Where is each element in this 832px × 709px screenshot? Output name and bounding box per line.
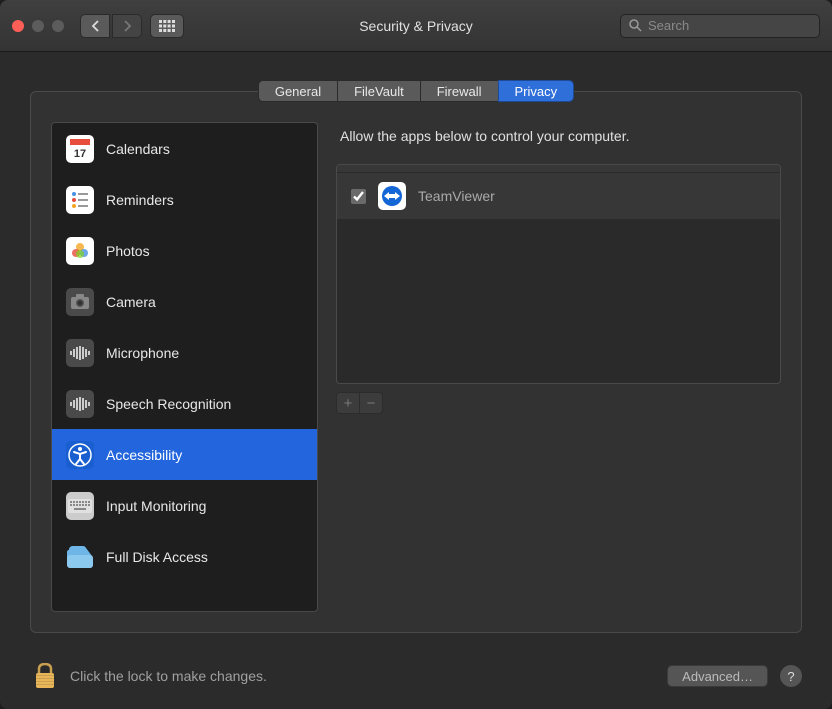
tab-privacy[interactable]: Privacy — [498, 80, 575, 102]
keyboard-icon — [66, 492, 94, 520]
content: General FileVault Firewall Privacy 17 Ca… — [0, 52, 832, 653]
search-field[interactable] — [620, 14, 820, 38]
help-button[interactable]: ? — [780, 665, 802, 687]
prefs-window: Security & Privacy General FileVault Fir… — [0, 0, 832, 709]
sidebar-item-label: Calendars — [106, 141, 170, 157]
sidebar-item-label: Accessibility — [106, 447, 182, 463]
photos-icon — [66, 237, 94, 265]
search-input[interactable] — [648, 18, 811, 33]
back-button[interactable] — [80, 14, 110, 38]
sidebar-item-calendars[interactable]: 17 Calendars — [52, 123, 317, 174]
traffic-lights — [12, 20, 64, 32]
footer: Click the lock to make changes. Advanced… — [0, 653, 832, 709]
app-name: TeamViewer — [418, 188, 495, 204]
speech-icon — [66, 390, 94, 418]
svg-text:17: 17 — [74, 148, 86, 160]
sidebar-item-microphone[interactable]: Microphone — [52, 327, 317, 378]
search-icon — [629, 19, 642, 32]
list-scroll-indicator — [337, 165, 780, 173]
calendar-icon: 17 — [66, 135, 94, 163]
titlebar: Security & Privacy — [0, 0, 832, 52]
sidebar-item-photos[interactable]: Photos — [52, 225, 317, 276]
app-list[interactable]: TeamViewer — [336, 164, 781, 384]
pane-description: Allow the apps below to control your com… — [340, 128, 781, 144]
remove-app-button[interactable]: − — [359, 392, 383, 414]
accessibility-icon — [66, 441, 94, 469]
add-remove-buttons: + − — [336, 392, 781, 414]
camera-icon — [66, 288, 94, 316]
lock-hint-text: Click the lock to make changes. — [70, 668, 267, 684]
lock-button[interactable] — [30, 661, 60, 691]
tab-general[interactable]: General — [258, 80, 338, 102]
sidebar-item-label: Camera — [106, 294, 156, 310]
app-row[interactable]: TeamViewer — [337, 173, 780, 219]
sidebar-item-label: Input Monitoring — [106, 498, 206, 514]
disk-icon — [66, 543, 94, 571]
grid-icon — [159, 20, 175, 32]
sidebar-item-full-disk[interactable]: Full Disk Access — [52, 531, 317, 582]
teamviewer-icon — [378, 182, 406, 210]
zoom-window-button[interactable] — [52, 20, 64, 32]
forward-button[interactable] — [112, 14, 142, 38]
close-window-button[interactable] — [12, 20, 24, 32]
reminders-icon — [66, 186, 94, 214]
sidebar-item-label: Speech Recognition — [106, 396, 231, 412]
tabs-container: General FileVault Firewall Privacy — [30, 52, 802, 102]
sidebar-item-input-monitoring[interactable]: Input Monitoring — [52, 480, 317, 531]
tab-filevault[interactable]: FileVault — [337, 80, 421, 102]
sidebar-item-label: Photos — [106, 243, 150, 259]
privacy-category-list[interactable]: 17 Calendars Reminders Photos Camera — [51, 122, 318, 612]
sidebar-item-reminders[interactable]: Reminders — [52, 174, 317, 225]
sidebar-item-label: Reminders — [106, 192, 174, 208]
lock-icon — [34, 663, 56, 689]
sidebar-item-label: Microphone — [106, 345, 179, 361]
app-checkbox[interactable] — [351, 189, 366, 204]
nav-buttons — [80, 14, 142, 38]
show-all-button[interactable] — [150, 14, 184, 38]
tabs: General FileVault Firewall Privacy — [30, 80, 802, 102]
microphone-icon — [66, 339, 94, 367]
advanced-button[interactable]: Advanced… — [667, 665, 768, 687]
panel: 17 Calendars Reminders Photos Camera — [30, 91, 802, 633]
add-app-button[interactable]: + — [336, 392, 360, 414]
sidebar-item-label: Full Disk Access — [106, 549, 208, 565]
minimize-window-button[interactable] — [32, 20, 44, 32]
sidebar-item-accessibility[interactable]: Accessibility — [52, 429, 317, 480]
sidebar-item-camera[interactable]: Camera — [52, 276, 317, 327]
sidebar-item-speech[interactable]: Speech Recognition — [52, 378, 317, 429]
tab-firewall[interactable]: Firewall — [420, 80, 499, 102]
main-pane: Allow the apps below to control your com… — [336, 122, 781, 612]
